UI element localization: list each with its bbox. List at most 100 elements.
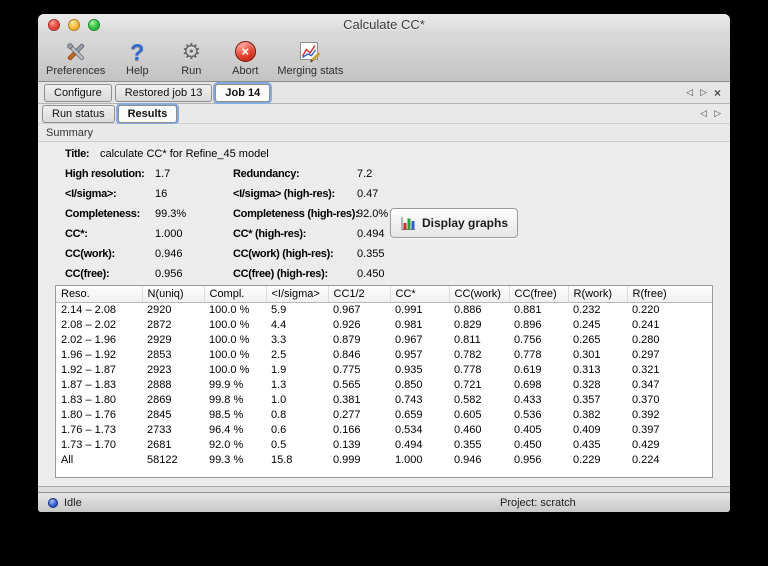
table-row[interactable]: 1.96 – 1.92 2853 100.0 % 2.5 0.846 0.957 0.782… — [56, 348, 712, 363]
table-cell: 0.981 — [395, 318, 423, 331]
table-cell: 2872 — [147, 318, 172, 331]
toolbar-label: Help — [126, 65, 149, 77]
column-header[interactable]: R(free) — [627, 286, 712, 303]
subtab-scroll-left-icon[interactable]: ◁ — [700, 109, 707, 118]
toolbar-button-merging-stats[interactable]: Merging stats — [277, 39, 343, 77]
column-header[interactable]: Compl. — [204, 286, 267, 303]
results-panel: Title: calculate CC* for Refine_45 model… — [38, 142, 730, 486]
merging-stats-chart-icon — [298, 39, 322, 64]
tab-job-14[interactable]: Job 14 — [215, 83, 271, 102]
table-cell: 0.409 — [573, 423, 601, 436]
minimize-window-button[interactable] — [68, 19, 80, 31]
column-header[interactable]: Reso. — [56, 286, 143, 303]
toolbar-button-abort[interactable]: × Abort — [223, 39, 267, 77]
table-cell: 0.232 — [573, 303, 601, 316]
summary-label: High resolution: — [65, 168, 145, 180]
tab-close-icon[interactable]: × — [714, 87, 721, 99]
window-title: Calculate CC* — [343, 17, 425, 32]
summary-value: 0.946 — [155, 248, 183, 260]
table-cell: 0.328 — [573, 378, 601, 391]
table-cell: 96.4 % — [209, 423, 244, 436]
close-window-button[interactable] — [48, 19, 60, 31]
table-row[interactable]: 1.76 – 1.73 2733 96.4 % 0.6 0.166 0.534 0.460 0… — [56, 423, 712, 438]
project-label: Project: scratch — [500, 496, 576, 509]
column-header[interactable]: CC1/2 — [328, 286, 391, 303]
summary-label: CC(free): — [65, 268, 110, 280]
table-cell: 0.321 — [632, 363, 660, 376]
table-cell: 0.991 — [395, 303, 423, 316]
summary-label: Redundancy: — [233, 168, 300, 180]
tab-restored-job-13[interactable]: Restored job 13 — [114, 83, 213, 102]
table-cell: 2845 — [147, 408, 172, 421]
summary-label: CC(free) (high-res): — [233, 268, 328, 280]
summary-value: 16 — [155, 188, 168, 200]
table-cell: All — [61, 453, 74, 466]
table-cell: 0.392 — [632, 408, 660, 421]
subtab-scroll-right-icon[interactable]: ▷ — [714, 109, 721, 118]
table-cell: 5.9 — [271, 303, 287, 316]
traffic-lights — [48, 19, 100, 31]
table-cell: 0.926 — [333, 318, 361, 331]
summary-label: CC(work) (high-res): — [233, 248, 334, 260]
table-row[interactable]: 1.83 – 1.80 2869 99.8 % 1.0 0.381 0.743 0.582 0… — [56, 393, 712, 408]
table-cell: 0.778 — [454, 363, 482, 376]
table-row[interactable]: 1.73 – 1.70 2681 92.0 % 0.5 0.139 0.494 0.355 0… — [56, 438, 712, 453]
table-cell: 100.0 % — [209, 333, 250, 346]
table-cell: 0.811 — [454, 333, 481, 346]
column-header[interactable]: CC* — [390, 286, 450, 303]
results-table-body: 2.14 – 2.08 2920 100.0 % 5.9 0.967 0.991 0.886… — [56, 302, 712, 468]
summary-title-value: calculate CC* for Refine_45 model — [100, 148, 269, 160]
table-cell: 2.02 – 1.96 — [61, 333, 117, 346]
table-cell: 99.8 % — [209, 393, 244, 406]
table-cell: 1.3 — [271, 378, 287, 391]
table-cell: 0.6 — [271, 423, 287, 436]
table-cell: 0.957 — [395, 348, 423, 361]
table-row[interactable]: 1.80 – 1.76 2845 98.5 % 0.8 0.277 0.659 0.605 0… — [56, 408, 712, 423]
status-indicator-icon — [48, 497, 58, 508]
table-row[interactable]: 1.92 – 1.87 2923 100.0 % 1.9 0.775 0.935 0.778… — [56, 363, 712, 378]
tab-configure[interactable]: Configure — [44, 83, 112, 102]
tab-run-status[interactable]: Run status — [42, 104, 115, 123]
summary-grid: High resolution: 1.7 Redundancy: 7.2 <I/sigm… — [65, 164, 388, 284]
table-cell: 0.946 — [454, 453, 482, 466]
summary-label: <I/sigma> (high-res): — [233, 188, 335, 200]
tab-scroll-left-icon[interactable]: ◁ — [686, 88, 693, 97]
app-window: Calculate CC* Preferences ? Help ⚙ Run ×… — [38, 14, 730, 512]
table-row[interactable]: 2.14 – 2.08 2920 100.0 % 5.9 0.967 0.991 0.886… — [56, 302, 712, 318]
table-cell: 0.886 — [454, 303, 482, 316]
tab-results[interactable]: Results — [117, 104, 178, 123]
title-bar[interactable]: Calculate CC* — [38, 14, 730, 36]
table-cell: 0.743 — [395, 393, 423, 406]
summary-value: 0.47 — [357, 188, 379, 200]
toolbar-button-preferences[interactable]: Preferences — [46, 39, 105, 77]
subtab-nav-controls: ◁ ▷ — [700, 109, 721, 118]
column-header[interactable]: N(uniq) — [142, 286, 205, 303]
toolbar-button-run[interactable]: ⚙ Run — [169, 39, 213, 77]
table-cell: 0.301 — [573, 348, 601, 361]
table-row[interactable]: 2.08 – 2.02 2872 100.0 % 4.4 0.926 0.981 0.829… — [56, 318, 712, 333]
table-cell: 2888 — [147, 378, 172, 391]
column-header[interactable]: R(work) — [568, 286, 628, 303]
table-cell: 0.534 — [395, 423, 423, 436]
table-cell: 0.582 — [454, 393, 482, 406]
display-graphs-button[interactable]: Display graphs — [390, 208, 518, 238]
table-cell: 0.881 — [514, 303, 542, 316]
results-table[interactable]: Reso. N(uniq) Compl. <I/sigma> CC1/2 CC* CC(wo… — [55, 285, 713, 478]
column-header[interactable]: CC(free) — [509, 286, 569, 303]
table-cell: 0.241 — [632, 318, 660, 331]
table-cell: 0.229 — [573, 453, 601, 466]
table-row[interactable]: All 58122 99.3 % 15.8 0.999 1.000 0.946 0.956 0.… — [56, 453, 712, 468]
toolbar-button-help[interactable]: ? Help — [115, 39, 159, 78]
table-cell: 100.0 % — [209, 318, 250, 331]
tab-scroll-right-icon[interactable]: ▷ — [700, 88, 707, 97]
table-row[interactable]: 2.02 – 1.96 2929 100.0 % 3.3 0.879 0.967 0.811… — [56, 333, 712, 348]
summary-value: 0.355 — [357, 248, 385, 260]
column-header[interactable]: <I/sigma> — [266, 286, 329, 303]
zoom-window-button[interactable] — [88, 19, 100, 31]
table-row[interactable]: 1.87 – 1.83 2888 99.9 % 1.3 0.565 0.850 0.721 0… — [56, 378, 712, 393]
table-cell: 100.0 % — [209, 303, 250, 316]
column-header[interactable]: CC(work) — [449, 286, 510, 303]
table-cell: 0.967 — [333, 303, 361, 316]
table-cell: 4.4 — [271, 318, 287, 331]
table-cell: 0.605 — [454, 408, 482, 421]
